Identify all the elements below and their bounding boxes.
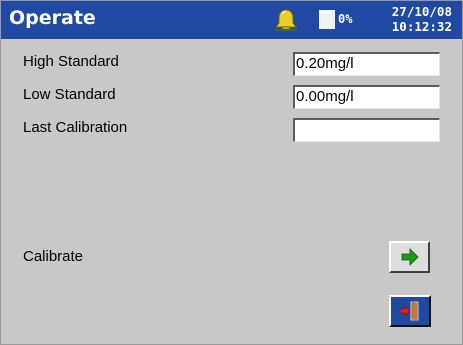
last-calibration-field[interactable] xyxy=(293,118,440,142)
exit-door-icon xyxy=(399,301,419,321)
time-text: 10:12:32 xyxy=(391,19,452,34)
exit-button[interactable] xyxy=(389,295,431,327)
date-text: 27/10/08 xyxy=(391,4,452,19)
bell-icon[interactable] xyxy=(273,7,299,33)
datetime: 27/10/08 10:12:32 xyxy=(392,4,452,34)
page-title: Operate xyxy=(9,7,96,29)
storage-percent: 0% xyxy=(338,12,353,26)
low-standard-label: Low Standard xyxy=(23,86,116,103)
low-standard-field[interactable]: 0.00mg/l xyxy=(293,85,440,109)
high-standard-label: High Standard xyxy=(23,53,119,70)
right-arrow-icon xyxy=(401,248,419,266)
last-calibration-label: Last Calibration xyxy=(23,119,128,136)
memory-card-icon xyxy=(319,10,335,29)
high-standard-field[interactable]: 0.20mg/l xyxy=(293,52,440,76)
title-bar: Operate 0% 27/10/08 10:12:32 xyxy=(1,1,462,39)
calibrate-button[interactable] xyxy=(389,241,430,273)
calibrate-label: Calibrate xyxy=(23,248,84,265)
operate-screen: Operate 0% 27/10/08 10:12:32 High Standa… xyxy=(0,0,463,345)
